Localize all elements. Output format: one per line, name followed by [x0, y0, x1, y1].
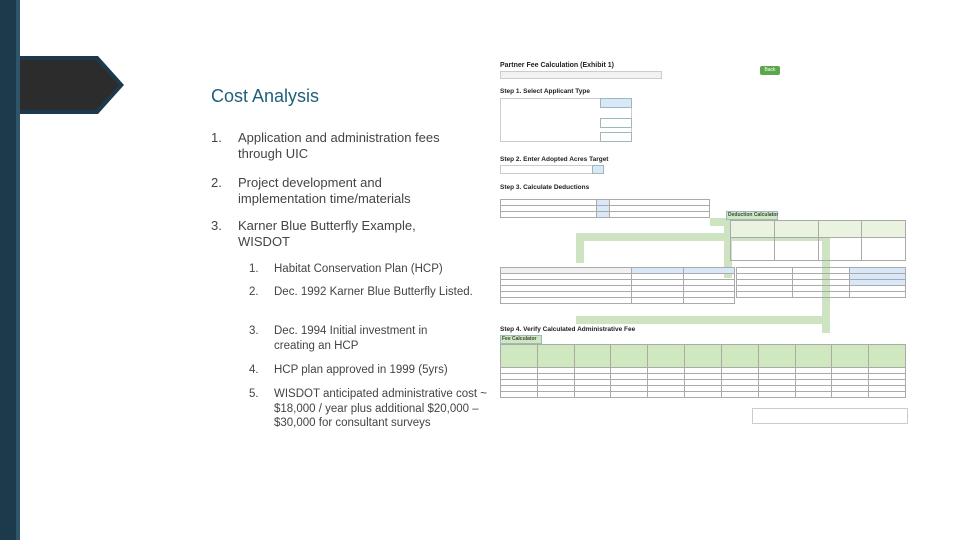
subitem-1-number: 1.	[249, 263, 259, 275]
deduction-calculator-label: Deduction Calculator	[728, 212, 779, 218]
fee-table	[500, 344, 906, 398]
left-accent-bar	[0, 0, 16, 540]
step3-table	[500, 199, 710, 218]
step3-heading: Step 3. Calculate Deductions	[500, 184, 590, 191]
flow-pipe-4	[576, 233, 584, 263]
subitem-3-text: Dec. 1994 Initial investment in creating…	[274, 325, 428, 352]
subitem-2-text: Dec. 1992 Karner Blue Butterfly Listed.	[274, 286, 473, 298]
item-2-text: Project development and implementation t…	[238, 175, 411, 206]
step4-heading: Step 4. Verify Calculated Administrative…	[500, 326, 636, 333]
step1-field-2[interactable]	[600, 132, 632, 142]
step2-input[interactable]	[592, 165, 604, 174]
back-button[interactable]: Back	[760, 66, 780, 75]
step1-dropdown[interactable]	[600, 98, 632, 108]
sheet-title: Partner Fee Calculation (Exhibit 1)	[500, 62, 614, 69]
item-1-number: 1.	[211, 130, 222, 145]
subitem-1-text: Habitat Conservation Plan (HCP)	[274, 263, 443, 275]
fee-footnote	[752, 408, 908, 424]
flow-pipe-7	[576, 316, 826, 324]
subitem-2-number: 2.	[249, 286, 259, 298]
arrow-tab-decoration	[20, 56, 124, 114]
subitem-5-number: 5.	[249, 388, 259, 400]
fee-calculation-spreadsheet: Partner Fee Calculation (Exhibit 1) Back…	[496, 58, 910, 424]
step2-heading: Step 2. Enter Adopted Acres Target	[500, 156, 609, 163]
subitem-5-text: WISDOT anticipated administrative cost ~…	[274, 388, 487, 429]
slide-title: Cost Analysis	[211, 86, 320, 106]
fee-calculator-label: Fee Calculator	[502, 336, 537, 342]
subitem-4-text: HCP plan approved in 1999 (5yrs)	[274, 364, 448, 376]
item-3-number: 3.	[211, 218, 222, 233]
item-2-number: 2.	[211, 175, 222, 190]
subitem-4-number: 4.	[249, 364, 259, 376]
deduction-table	[730, 220, 906, 261]
item-1-text: Application and administration fees thro…	[238, 130, 440, 161]
item-3-text: Karner Blue Butterfly Example, WISDOT	[238, 218, 416, 249]
sheet-instructions	[500, 71, 662, 79]
step2-field-label	[500, 165, 602, 174]
subitem-3-number: 3.	[249, 325, 259, 337]
step1-heading: Step 1. Select Applicant Type	[500, 88, 590, 95]
step1-field[interactable]	[600, 118, 632, 128]
supplemental-values-table	[735, 267, 907, 298]
supplemental-measures-table	[500, 267, 735, 304]
